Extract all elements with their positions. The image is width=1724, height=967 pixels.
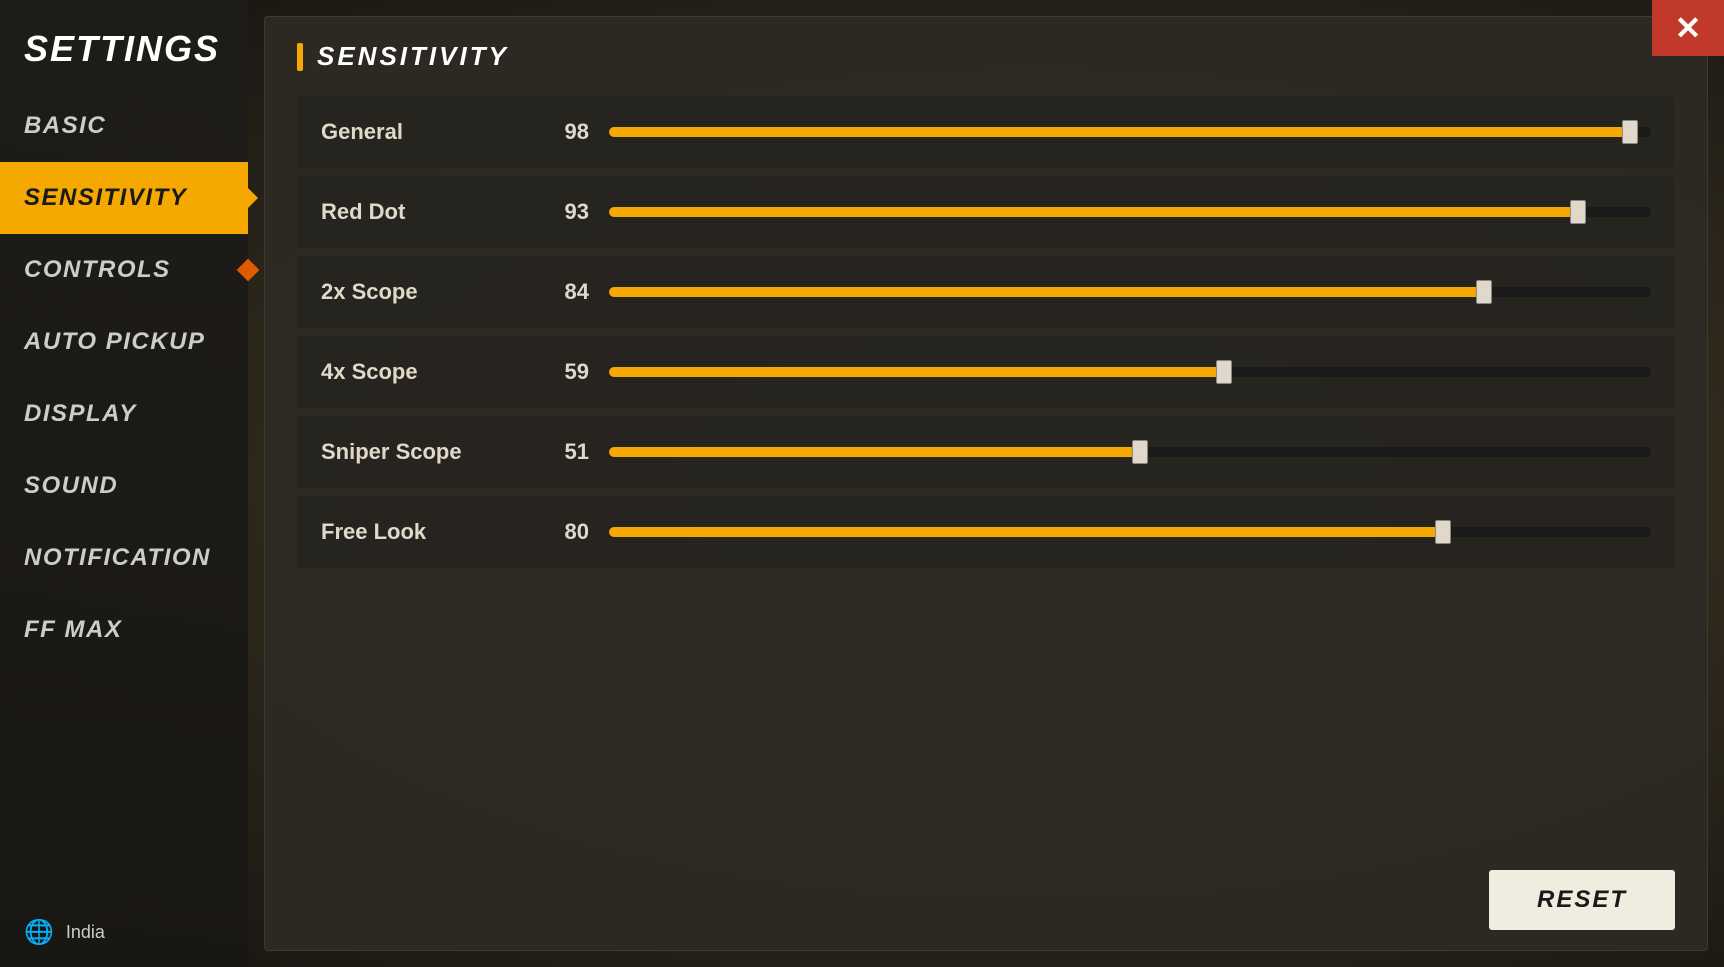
slider-label: Sniper Scope: [321, 439, 521, 465]
slider-label: General: [321, 119, 521, 145]
slider-track-container[interactable]: [609, 202, 1651, 222]
slider-track-container[interactable]: [609, 362, 1651, 382]
slider-track-container[interactable]: [609, 282, 1651, 302]
slider-thumb[interactable]: [1622, 120, 1638, 144]
reset-button[interactable]: RESET: [1489, 870, 1675, 930]
slider-track: [609, 287, 1651, 297]
main-content: ✕ SENSITIVITY General 98 Red Dot 93 2x Scope…: [248, 0, 1724, 967]
slider-fill: [609, 527, 1443, 537]
slider-fill: [609, 287, 1484, 297]
panel-header: SENSITIVITY: [265, 17, 1707, 88]
panel-footer: RESET: [265, 850, 1707, 950]
sidebar-item-display[interactable]: DISPLAY: [0, 378, 248, 450]
slider-fill: [609, 447, 1140, 457]
sidebar-item-notification[interactable]: NOTIFICATION: [0, 522, 248, 594]
slider-fill: [609, 367, 1224, 377]
slider-track: [609, 527, 1651, 537]
close-button[interactable]: ✕: [1652, 0, 1724, 56]
slider-value: 93: [541, 199, 589, 225]
slider-row-4x-scope: 4x Scope 59: [297, 336, 1675, 408]
slider-thumb[interactable]: [1435, 520, 1451, 544]
slider-row-2x-scope: 2x Scope 84: [297, 256, 1675, 328]
sidebar-title: SETTINGS: [0, 0, 248, 90]
sidebar: SETTINGS BASICSENSITIVITYCONTROLSAUTO PI…: [0, 0, 248, 967]
slider-track-container[interactable]: [609, 122, 1651, 142]
slider-thumb[interactable]: [1476, 280, 1492, 304]
close-icon: ✕: [1675, 12, 1702, 44]
sidebar-nav: BASICSENSITIVITYCONTROLSAUTO PICKUPDISPL…: [0, 90, 248, 898]
slider-label: Red Dot: [321, 199, 521, 225]
slider-fill: [609, 207, 1578, 217]
region-label: India: [66, 922, 105, 943]
slider-thumb[interactable]: [1132, 440, 1148, 464]
globe-icon: 🌐: [24, 918, 54, 947]
slider-value: 80: [541, 519, 589, 545]
sidebar-item-controls[interactable]: CONTROLS: [0, 234, 248, 306]
slider-value: 59: [541, 359, 589, 385]
slider-thumb[interactable]: [1570, 200, 1586, 224]
slider-label: 4x Scope: [321, 359, 521, 385]
slider-row-general: General 98: [297, 96, 1675, 168]
sidebar-item-ff_max[interactable]: FF MAX: [0, 594, 248, 666]
slider-value: 51: [541, 439, 589, 465]
sidebar-footer: 🌐 India: [0, 898, 248, 967]
sidebar-item-auto_pickup[interactable]: AUTO PICKUP: [0, 306, 248, 378]
slider-track: [609, 127, 1651, 137]
panel-title: SENSITIVITY: [317, 41, 509, 72]
sidebar-item-sound[interactable]: SOUND: [0, 450, 248, 522]
sidebar-item-sensitivity[interactable]: SENSITIVITY: [0, 162, 248, 234]
slider-value: 98: [541, 119, 589, 145]
sliders-container: General 98 Red Dot 93 2x Scope 84 4x Scope 59 Sn…: [265, 88, 1707, 592]
slider-track-container[interactable]: [609, 442, 1651, 462]
header-accent: [297, 43, 303, 71]
settings-panel: SENSITIVITY General 98 Red Dot 93 2x Scope 84…: [264, 16, 1708, 951]
slider-track: [609, 207, 1651, 217]
slider-label: Free Look: [321, 519, 521, 545]
slider-row-sniper-scope: Sniper Scope 51: [297, 416, 1675, 488]
slider-label: 2x Scope: [321, 279, 521, 305]
slider-fill: [609, 127, 1630, 137]
slider-track-container[interactable]: [609, 522, 1651, 542]
slider-track: [609, 367, 1651, 377]
slider-value: 84: [541, 279, 589, 305]
slider-track: [609, 447, 1651, 457]
slider-thumb[interactable]: [1216, 360, 1232, 384]
app-container: SETTINGS BASICSENSITIVITYCONTROLSAUTO PI…: [0, 0, 1724, 967]
slider-row-red-dot: Red Dot 93: [297, 176, 1675, 248]
slider-row-free-look: Free Look 80: [297, 496, 1675, 568]
sidebar-item-basic[interactable]: BASIC: [0, 90, 248, 162]
